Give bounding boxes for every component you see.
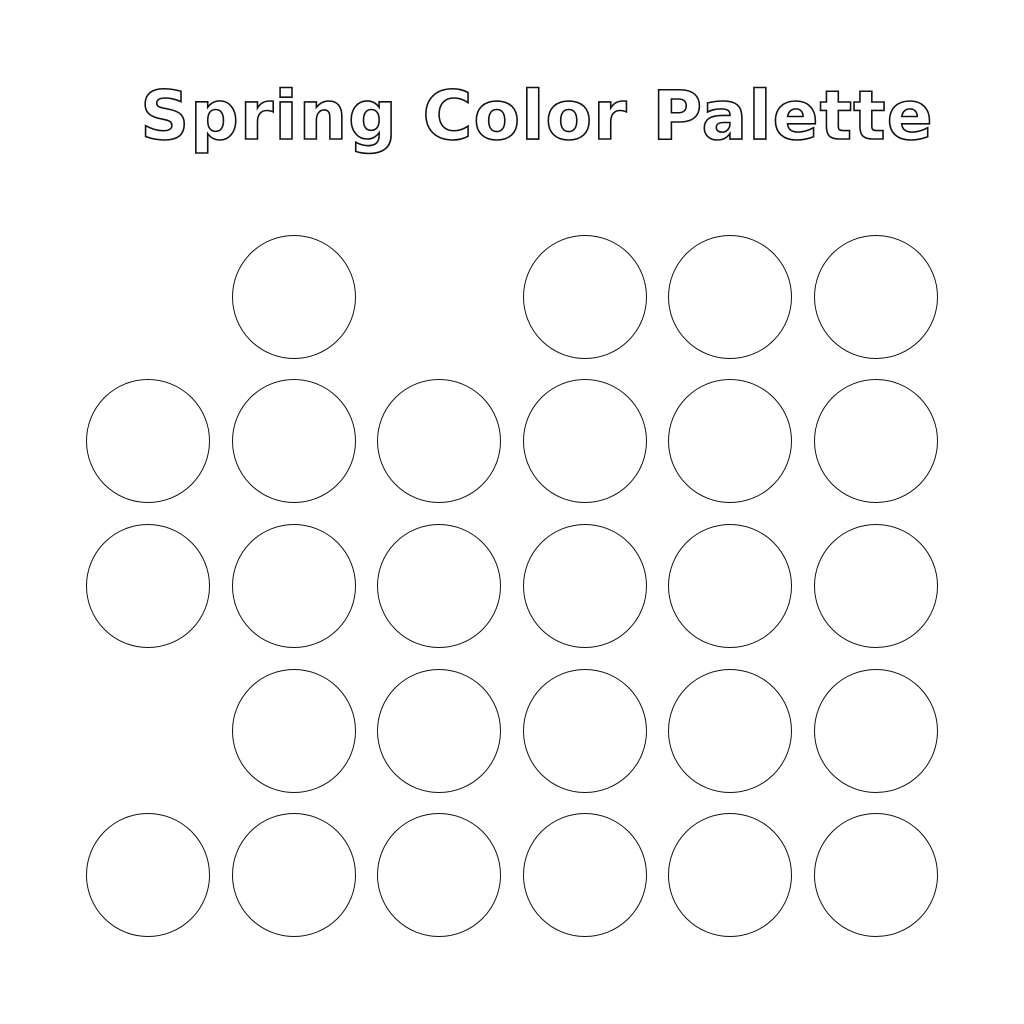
color-swatch-circle[interactable]: [523, 379, 647, 503]
color-swatch-circle[interactable]: [523, 235, 647, 359]
coloring-page: Spring Color Palette: [0, 0, 1024, 1024]
color-swatch-circle[interactable]: [377, 524, 501, 648]
color-swatch-circle[interactable]: [814, 669, 938, 793]
color-swatch-circle[interactable]: [668, 669, 792, 793]
color-swatch-circle[interactable]: [86, 524, 210, 648]
color-swatch-circle[interactable]: [523, 669, 647, 793]
color-swatch-circle[interactable]: [232, 669, 356, 793]
color-swatch-circle[interactable]: [232, 379, 356, 503]
color-swatch-circle[interactable]: [668, 235, 792, 359]
color-swatch-circle[interactable]: [523, 524, 647, 648]
color-swatch-circle[interactable]: [814, 524, 938, 648]
color-swatch-circle[interactable]: [377, 379, 501, 503]
color-swatch-circle[interactable]: [814, 235, 938, 359]
color-swatch-circle[interactable]: [86, 379, 210, 503]
color-swatch-circle[interactable]: [377, 669, 501, 793]
color-swatch-circle[interactable]: [377, 813, 501, 937]
color-swatch-circle[interactable]: [814, 813, 938, 937]
color-swatch-circle[interactable]: [232, 235, 356, 359]
color-swatch-circle[interactable]: [232, 813, 356, 937]
color-swatch-circle[interactable]: [668, 379, 792, 503]
color-swatch-circle[interactable]: [86, 813, 210, 937]
color-swatch-circle[interactable]: [523, 813, 647, 937]
color-swatch-circle[interactable]: [232, 524, 356, 648]
page-title: Spring Color Palette: [139, 76, 934, 157]
color-swatch-circle[interactable]: [668, 524, 792, 648]
color-swatch-circle[interactable]: [814, 379, 938, 503]
color-swatch-circle[interactable]: [668, 813, 792, 937]
